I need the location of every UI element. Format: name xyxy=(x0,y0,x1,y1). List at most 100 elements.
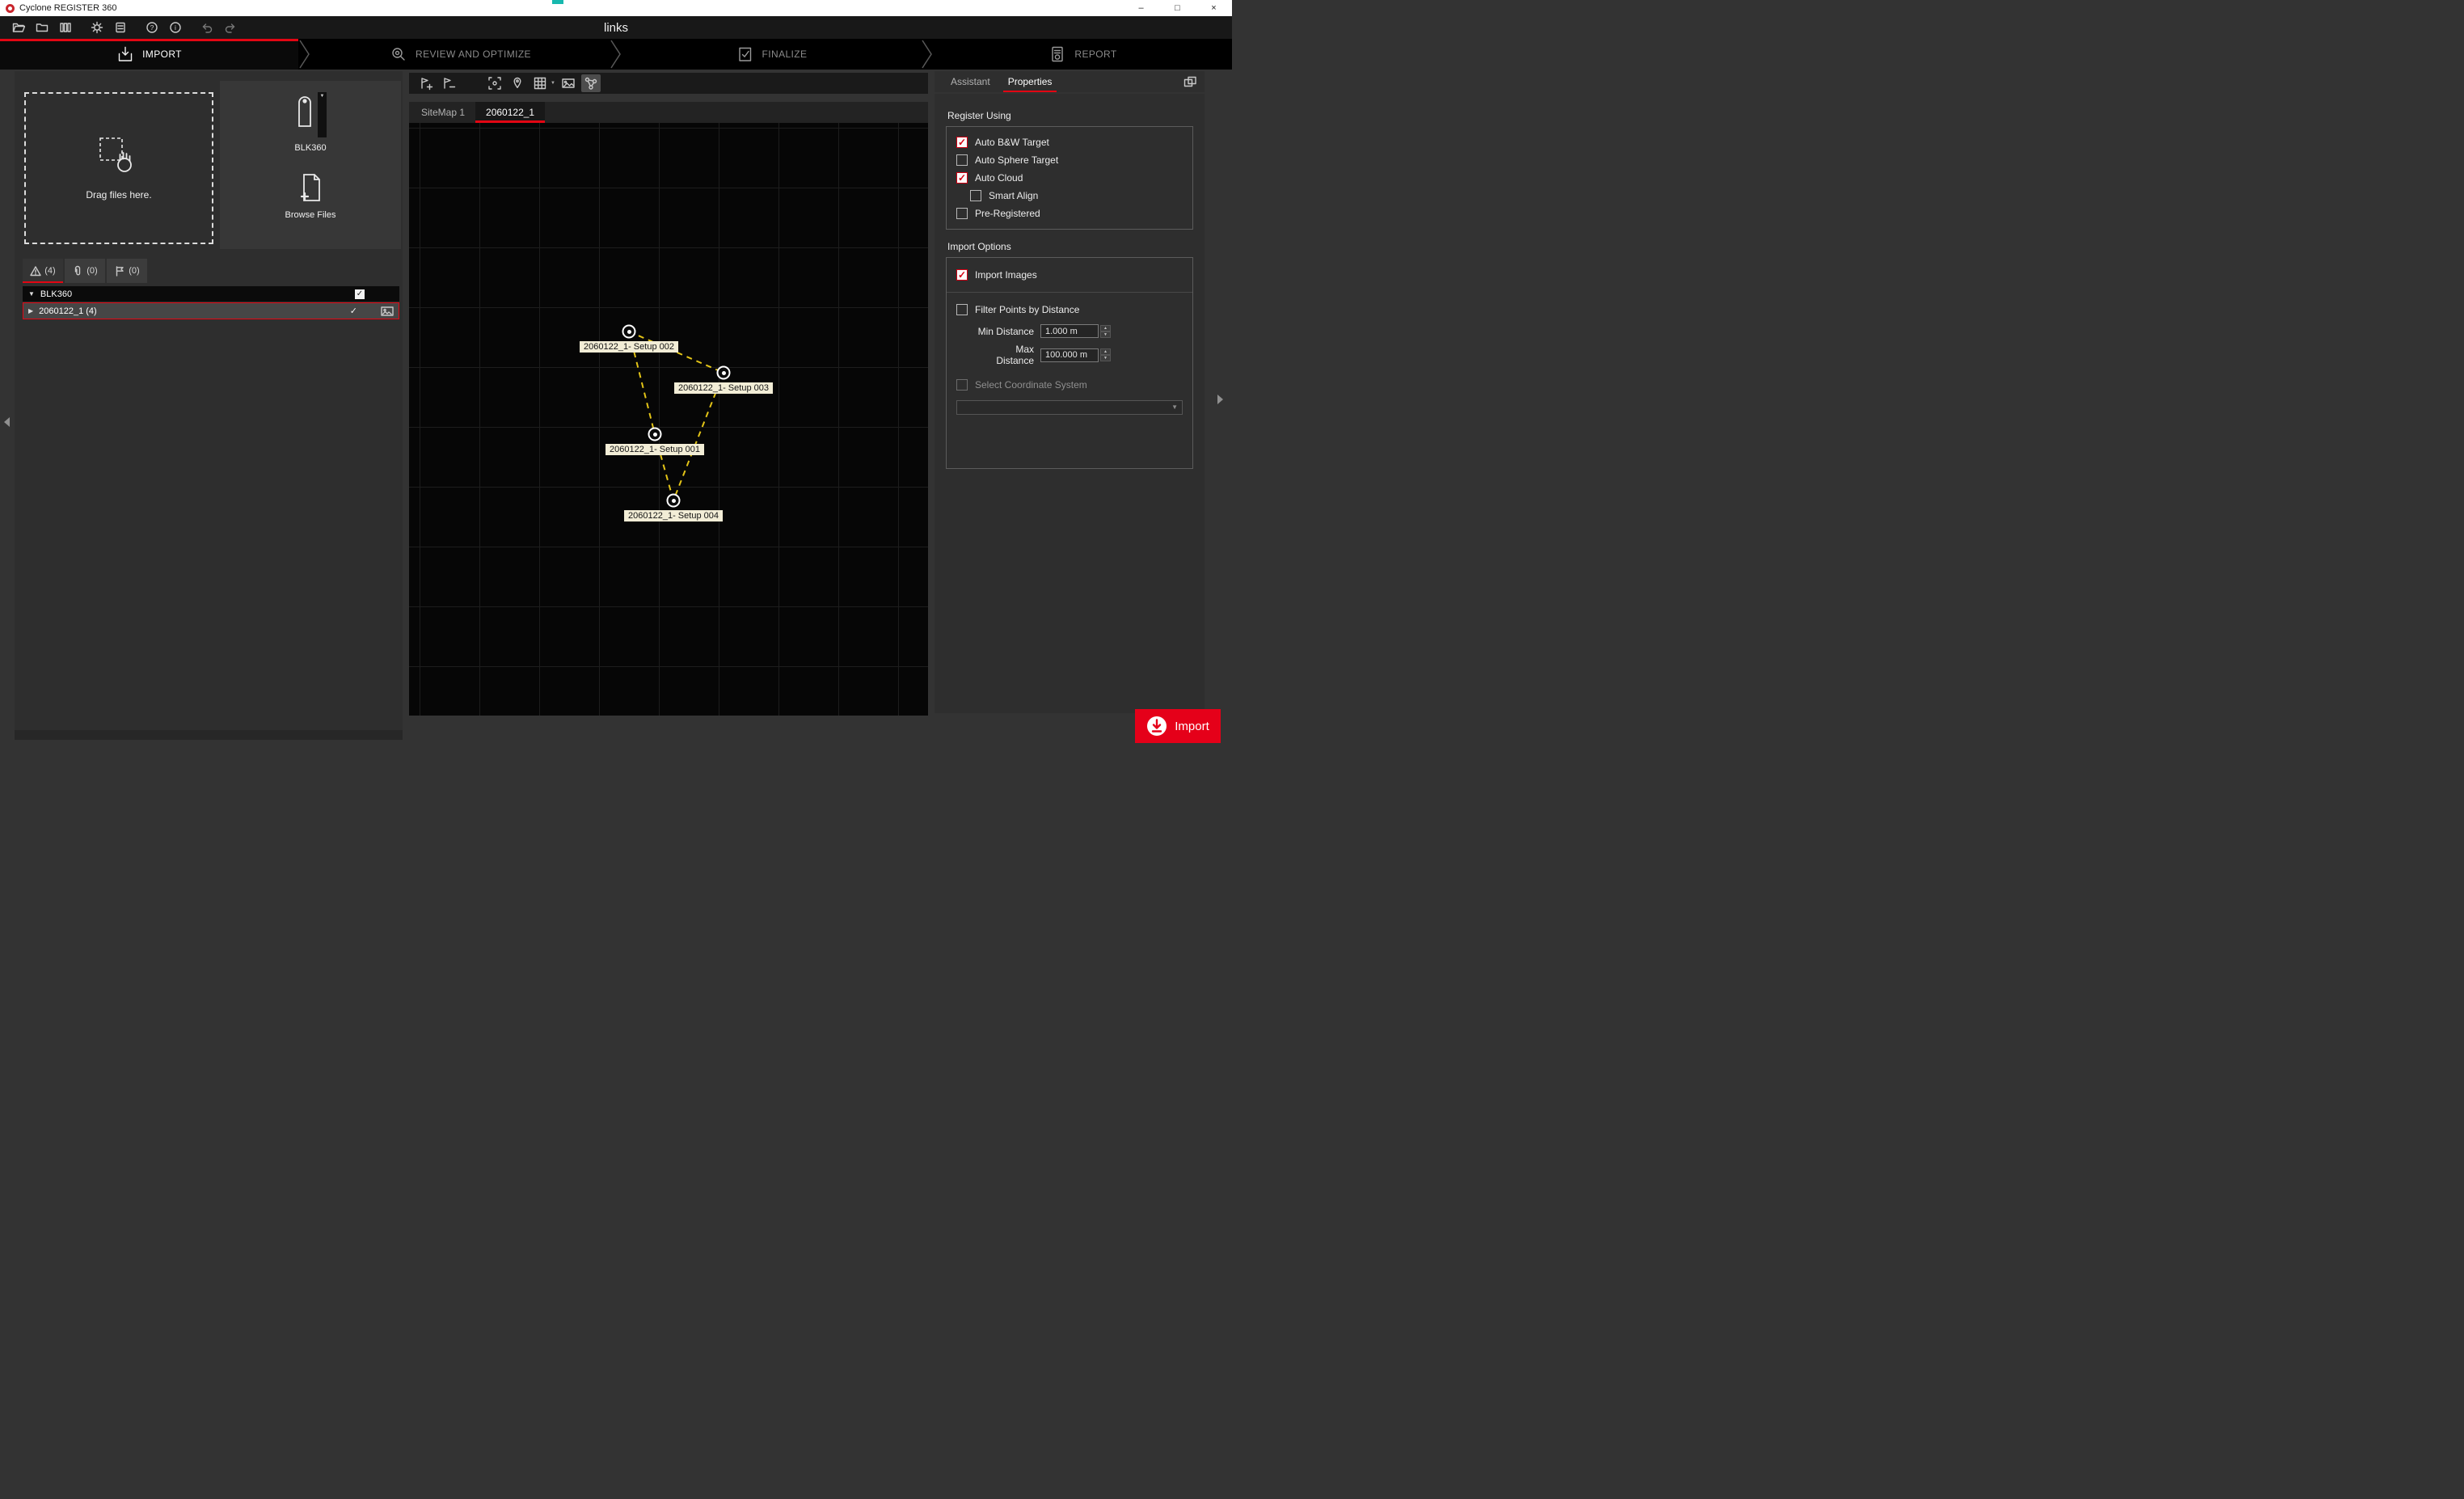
workflow-step-review[interactable]: REVIEW AND OPTIMIZE xyxy=(311,39,610,70)
chevron-separator-icon xyxy=(921,39,934,70)
attachments-tab[interactable]: (0) xyxy=(65,259,105,283)
group-checkbox[interactable]: ✓ xyxy=(355,289,365,299)
panorama-icon[interactable] xyxy=(381,306,394,316)
chevron-separator-icon xyxy=(298,39,311,70)
warnings-count: (4) xyxy=(44,266,55,276)
setup-label[interactable]: 2060122_1- Setup 003 xyxy=(674,382,773,394)
import-images-checkbox[interactable] xyxy=(956,269,968,281)
sitemap-canvas[interactable]: 2060122_1- Setup 002 2060122_1- Setup 003… xyxy=(409,123,928,716)
import-images-option[interactable]: Import Images xyxy=(956,266,1183,284)
register-option[interactable]: Auto B&W Target xyxy=(956,133,1183,151)
setup-node[interactable] xyxy=(622,325,636,339)
checkbox[interactable] xyxy=(956,137,968,148)
float-panel-button[interactable] xyxy=(1180,74,1200,90)
maximize-button[interactable]: □ xyxy=(1159,0,1196,16)
stepper-down-icon[interactable]: ▼ xyxy=(1100,355,1111,361)
report-step-icon xyxy=(1048,45,1066,63)
expand-right-panel-icon[interactable] xyxy=(1217,395,1223,404)
register-option[interactable]: Pre-Registered xyxy=(956,205,1183,222)
grid-options-button[interactable] xyxy=(530,74,550,92)
info-button[interactable]: i xyxy=(165,18,185,37)
right-gutter xyxy=(1205,71,1232,750)
workflow-step-report[interactable]: REPORT xyxy=(934,39,1232,70)
sitemap-toolbar: ▼ xyxy=(409,73,928,94)
coordinate-system-option[interactable]: Select Coordinate System xyxy=(956,376,1183,394)
add-sitemap-button[interactable] xyxy=(417,74,437,92)
item-check-icon[interactable]: ✓ xyxy=(350,306,357,316)
workflow-bar: IMPORT REVIEW AND OPTIMIZE FINALIZE REPO… xyxy=(0,39,1232,70)
setup-node[interactable] xyxy=(648,428,662,441)
close-button[interactable]: × xyxy=(1196,0,1232,16)
blk360-device-icon[interactable] xyxy=(294,92,315,128)
filter-points-option[interactable]: Filter Points by Distance xyxy=(956,301,1183,319)
redo-button[interactable] xyxy=(220,18,240,37)
links-layer xyxy=(409,123,928,716)
open-project-button[interactable] xyxy=(8,18,28,37)
controls-tab[interactable]: (0) xyxy=(107,259,147,283)
new-project-button[interactable] xyxy=(32,18,52,37)
stepper-down-icon[interactable]: ▼ xyxy=(1100,331,1111,338)
filter-points-checkbox[interactable] xyxy=(956,304,968,315)
toggle-images-button[interactable] xyxy=(559,74,578,92)
register-option[interactable]: Auto Sphere Target xyxy=(956,151,1183,169)
tree-group-row[interactable]: ▼ BLK360 ✓ xyxy=(23,286,399,302)
setup-label[interactable]: 2060122_1- Setup 002 xyxy=(580,341,678,353)
remove-sitemap-button[interactable] xyxy=(440,74,459,92)
drag-drop-zone[interactable]: Drag files here. xyxy=(24,92,213,244)
tree-item-row[interactable]: ▶ 2060122_1 (4) ✓ xyxy=(23,302,399,319)
caret-down-icon[interactable]: ▼ xyxy=(28,290,35,298)
log-button[interactable] xyxy=(110,18,130,37)
min-distance-label: Min Distance xyxy=(976,326,1034,337)
undo-button[interactable] xyxy=(196,18,217,37)
workflow-step-finalize[interactable]: FINALIZE xyxy=(622,39,921,70)
checkbox[interactable] xyxy=(970,190,981,201)
setup-node[interactable] xyxy=(717,366,731,380)
app-title: Cyclone REGISTER 360 xyxy=(19,3,116,13)
setup-node[interactable] xyxy=(667,494,681,508)
checkbox[interactable] xyxy=(956,172,968,184)
max-distance-label: Max Distance xyxy=(976,344,1034,366)
device-list-scrollbar[interactable]: ▼ xyxy=(318,92,327,137)
min-distance-input[interactable]: 1.000 m xyxy=(1040,324,1099,338)
titlebar-accent xyxy=(552,0,563,4)
coordinate-system-select[interactable]: ▼ xyxy=(956,400,1183,415)
register-option[interactable]: Smart Align xyxy=(956,187,1183,205)
stepper-up-icon[interactable]: ▲ xyxy=(1100,325,1111,331)
setup-label[interactable]: 2060122_1- Setup 004 xyxy=(624,510,723,521)
tab-assistant[interactable]: Assistant xyxy=(943,71,998,92)
import-tree: ▼ BLK360 ✓ ▶ 2060122_1 (4) ✓ xyxy=(23,286,399,319)
remove-sitemap-icon xyxy=(442,76,457,91)
library-button[interactable] xyxy=(55,18,75,37)
titlebar: Cyclone REGISTER 360 – □ × xyxy=(0,0,1232,16)
checkbox[interactable] xyxy=(956,208,968,219)
attachments-count: (0) xyxy=(86,266,97,276)
browse-files-button[interactable]: Browse Files xyxy=(285,172,336,220)
tab-properties[interactable]: Properties xyxy=(1000,71,1061,92)
caret-right-icon[interactable]: ▶ xyxy=(28,307,33,315)
minimize-button[interactable]: – xyxy=(1123,0,1159,16)
toggle-links-button[interactable] xyxy=(581,74,601,92)
grid-dropdown-caret-icon[interactable]: ▼ xyxy=(551,81,555,86)
import-button[interactable]: Import xyxy=(1135,709,1221,743)
checkbox-label: Pre-Registered xyxy=(975,208,1040,219)
help-button[interactable]: ? xyxy=(141,18,162,37)
max-distance-stepper: ▲ ▼ xyxy=(1100,348,1111,361)
checkbox[interactable] xyxy=(956,154,968,166)
horizontal-scrollbar[interactable] xyxy=(15,730,403,740)
pin-button[interactable] xyxy=(508,74,527,92)
drag-drop-label: Drag files here. xyxy=(86,189,151,201)
setup-label[interactable]: 2060122_1- Setup 001 xyxy=(605,444,704,455)
warnings-tab[interactable]: (4) xyxy=(23,259,63,283)
fit-view-button[interactable] xyxy=(485,74,504,92)
settings-button[interactable] xyxy=(86,18,107,37)
collapse-left-panel-icon[interactable] xyxy=(4,417,10,427)
help-icon: ? xyxy=(146,21,158,34)
properties-body: Register Using Auto B&W TargetAuto Spher… xyxy=(935,94,1205,713)
tab-2060122-1[interactable]: 2060122_1 xyxy=(475,102,545,123)
max-distance-input[interactable]: 100.000 m xyxy=(1040,348,1099,362)
workflow-step-import[interactable]: IMPORT xyxy=(0,39,298,70)
tab-sitemap-1[interactable]: SiteMap 1 xyxy=(411,102,475,123)
coordinate-system-checkbox[interactable] xyxy=(956,379,968,391)
register-option[interactable]: Auto Cloud xyxy=(956,169,1183,187)
stepper-up-icon[interactable]: ▲ xyxy=(1100,348,1111,355)
